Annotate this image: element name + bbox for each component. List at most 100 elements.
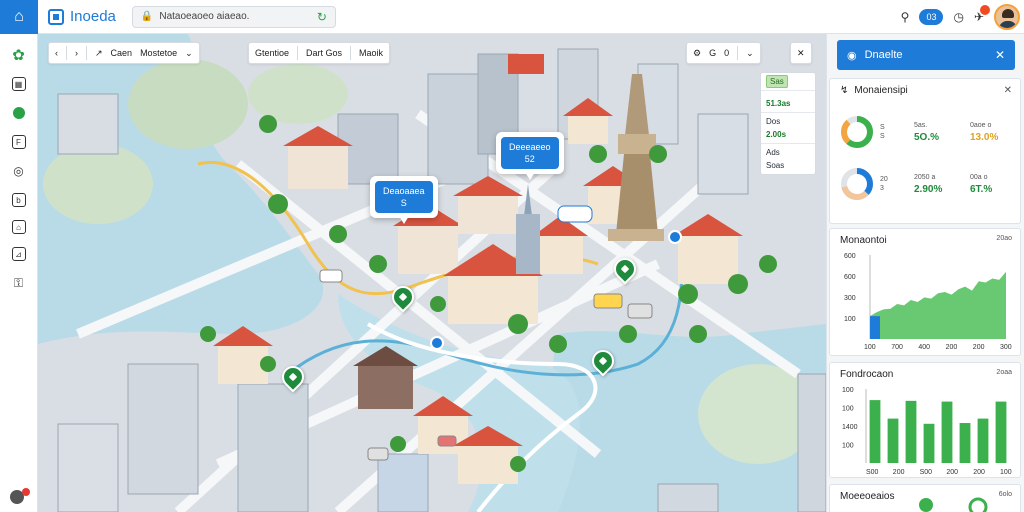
settings-alert-badge [22, 488, 30, 496]
y-tick-label: 1400 [842, 424, 858, 431]
count-pill-button[interactable]: 03 [919, 9, 944, 25]
tool-b[interactable]: 0 [724, 48, 729, 58]
x-tick-label: 200 [946, 344, 958, 351]
layer-option-c[interactable]: Maoik [359, 48, 383, 58]
panel-header: ◉ Dnaelte ✕ [837, 40, 1015, 70]
map-close-toolbar: ✕ [790, 42, 812, 64]
stats-card-title: ↯ Monaiensipi ✕ [840, 85, 1012, 96]
x-tick-label: S00 [920, 469, 933, 476]
puzzle-icon[interactable]: ✿ [10, 46, 28, 64]
bar[interactable] [977, 418, 989, 463]
donut-chart [841, 168, 873, 200]
gear-icon[interactable]: ⚙ [693, 48, 701, 59]
chart-icon[interactable]: ⊿ [11, 247, 26, 261]
bell-icon[interactable]: ⚲ [901, 10, 910, 24]
bar[interactable] [995, 401, 1007, 463]
map-callout[interactable]: Deaoaaea S [370, 176, 438, 224]
brand: Inoeda [48, 8, 116, 25]
forward-icon[interactable]: › [75, 48, 78, 58]
home-button[interactable]: ⌂ [0, 0, 38, 34]
x-tick-label: 200 [893, 469, 905, 476]
stat-value: 2.90% [914, 183, 943, 195]
notification-icon[interactable]: ✈ [974, 5, 990, 24]
building-icon[interactable]: ⌂ [11, 220, 26, 234]
legend-item[interactable]: Sas [761, 73, 815, 91]
x-tick-label: 200 [973, 344, 985, 351]
y-tick-label: 300 [844, 295, 856, 302]
cart-icon[interactable]: ⚿ [10, 274, 28, 292]
chevron-down-icon[interactable]: ⌄ [185, 48, 193, 59]
bar-chart-card: Fondrocaon 2oaa 100 1400 100 100 S00 200 S00 20… [829, 362, 1021, 478]
nav-option-2[interactable]: Mostetoe [140, 48, 177, 58]
layer-option-b[interactable]: Dart Gos [306, 48, 342, 58]
address-bar[interactable]: 🔒 Nataoeaoeo aiaeao. ↻ [131, 5, 336, 28]
nav-option-1[interactable]: Caen [111, 48, 133, 58]
map-nav-toolbar: ‹ › ↗ Caen Mostetoe ⌄ [48, 42, 200, 64]
stat-row: SS 5as. 5O.% 0aoe o 13.0% [840, 111, 1012, 153]
map-canvas [38, 34, 826, 512]
eye-icon: ◉ [847, 49, 857, 62]
settings-button[interactable] [10, 488, 30, 506]
map-layers-toolbar: Gtentioe Dart Gos Maoik [248, 42, 391, 64]
close-icon[interactable]: ✕ [797, 48, 805, 59]
stats-card: ↯ Monaiensipi ✕ SS 5as. 5O.% 0aoe o 13.0… [829, 78, 1021, 224]
map-callout[interactable]: Deeeaeeo 52 [496, 132, 564, 180]
stat-value: 13.0% [970, 131, 999, 143]
grid-icon[interactable]: ▦ [11, 77, 26, 91]
avatar[interactable] [994, 4, 1020, 30]
right-panel: ◉ Dnaelte ✕ ↯ Monaiensipi ✕ SS 5as. 5O.%… [826, 34, 1024, 512]
area-chart-card: Monaontoi 20ao 100 300 600 600 100 700 400 200 2… [829, 228, 1021, 356]
waypoint-icon[interactable] [430, 336, 444, 350]
bar[interactable] [923, 423, 935, 463]
notification-badge [980, 5, 990, 15]
close-icon[interactable]: ✕ [1004, 85, 1012, 96]
flag-icon[interactable]: F [11, 135, 26, 149]
compass-icon[interactable]: ◎ [10, 162, 28, 180]
y-tick-label: 100 [842, 387, 854, 394]
tool-a[interactable]: G [709, 48, 716, 58]
lock-icon: 🔒 [140, 11, 154, 22]
x-tick-label: 100 [1000, 469, 1012, 476]
area-highlight [870, 316, 880, 339]
x-tick-label: 100 [864, 344, 876, 351]
waypoint-icon[interactable] [668, 230, 682, 244]
city-map[interactable]: ‹ › ↗ Caen Mostetoe ⌄ Gtentioe Dart Gos … [38, 34, 826, 512]
status-dot-icon[interactable] [10, 104, 28, 122]
legend-item[interactable]: 51.3as [761, 91, 815, 113]
map-legend: Sas 51.3as Dos 2.00s Ads Soas [760, 72, 816, 175]
x-tick-label: 200 [946, 469, 958, 476]
top-actions: ⚲ 03 ◷ ✈ [901, 0, 1020, 34]
bar[interactable] [887, 418, 899, 463]
bar[interactable] [869, 400, 881, 463]
panel-title: Dnaelte [864, 49, 903, 61]
legend-item[interactable]: Ads Soas [761, 144, 815, 174]
refresh-icon[interactable]: ↻ [317, 10, 327, 24]
top-bar: ⌂ Inoeda 🔒 Nataoeaoeo aiaeao. ↻ ⚲ 03 ◷ ✈ [0, 0, 1024, 34]
chevron-down-icon[interactable]: ⌄ [746, 48, 754, 59]
x-tick-label: 700 [891, 344, 903, 351]
bar[interactable] [941, 401, 953, 463]
bottom-card-icons [919, 497, 988, 512]
layer-option-a[interactable]: Gtentioe [255, 48, 289, 58]
pointer-icon[interactable]: ↗ [95, 48, 103, 59]
bar[interactable] [959, 423, 971, 463]
area-chart: 100 300 600 600 100 700 400 200 200 300 [844, 253, 1012, 351]
brand-name: Inoeda [70, 8, 116, 25]
close-icon[interactable]: ✕ [995, 48, 1005, 62]
bar[interactable] [905, 400, 917, 463]
map-tools-toolbar: ⚙ G 0 ⌄ [686, 42, 761, 64]
stat-value: 6T.% [970, 183, 993, 195]
x-tick-label: S00 [866, 469, 879, 476]
x-tick-label: 400 [918, 344, 930, 351]
y-tick-label: 600 [844, 274, 856, 281]
document-icon[interactable]: b [11, 193, 26, 207]
address-text: Nataoeaoeo aiaeao. [159, 11, 250, 22]
area-series [870, 271, 1006, 339]
x-tick-label: 200 [973, 469, 985, 476]
back-icon[interactable]: ‹ [55, 48, 58, 58]
bar-chart: 100 1400 100 100 S00 200 S00 200 200 100 [842, 387, 1012, 476]
legend-item[interactable]: Dos 2.00s [761, 113, 815, 144]
clock-icon[interactable]: ◷ [953, 10, 963, 24]
y-tick-label: 600 [844, 253, 856, 260]
donut-chart [841, 116, 873, 148]
